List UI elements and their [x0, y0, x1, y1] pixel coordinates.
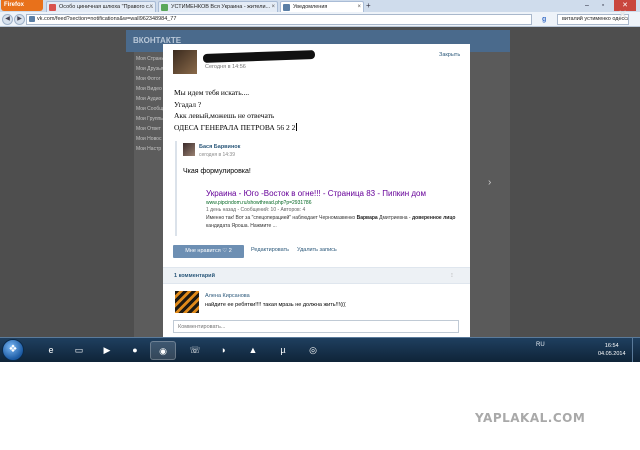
vk-right-column	[470, 52, 510, 337]
link-meta: 1 день назад - Сообщений: 10 - Авторов: …	[206, 207, 306, 213]
overlay-close-icon[interactable]: ✕	[618, 8, 627, 21]
back-arrow-icon[interactable]: ◀	[2, 14, 13, 25]
repost-time: сегодня в 14:39	[199, 152, 235, 158]
comments-bar: 1 комментарий ⁝	[163, 267, 470, 284]
torrent-icon[interactable]: µ	[270, 341, 296, 360]
clock-time: 16:54	[604, 343, 619, 349]
link-snippet: Именно так! Вот за "спецоперацией" наблю…	[206, 215, 456, 229]
menu-item[interactable]: Мои Фотог	[136, 74, 164, 84]
tab-title: Уведомления	[293, 4, 328, 10]
scribbled-author-name	[202, 50, 316, 63]
viber-icon[interactable]: ☏	[182, 341, 208, 360]
post-line: ОДЕСА ГЕНЕРАЛА ПЕТРОВА 56 2 2	[174, 122, 296, 132]
watermark: YAPLAKAL.COM	[475, 411, 586, 425]
comments-toggle-icon[interactable]: ⁝	[451, 272, 453, 279]
minimize-icon[interactable]: –	[580, 0, 594, 11]
windows-taskbar: ❖ e ▭ ▶ ● ◉ ☏ ◑ ▲ µ ◎ RU 16:54 04.05.201…	[0, 337, 640, 362]
vk-left-menu: Моя Страни Мои Друзья Мои Фотог Мои Виде…	[136, 54, 164, 154]
menu-item[interactable]: Моя Страни	[136, 54, 164, 64]
post-line: Мы идем тебя искать....	[174, 88, 250, 97]
comment-input[interactable]	[173, 320, 459, 333]
new-tab-icon[interactable]: +	[366, 1, 376, 11]
start-button[interactable]: ❖	[2, 339, 24, 361]
menu-item[interactable]: Мои Настр	[136, 144, 164, 154]
post-actions: Мне нравится ♡ 2 Редактировать Удалить з…	[173, 245, 461, 259]
folder-icon[interactable]: ▭	[66, 341, 92, 360]
tray-language[interactable]: RU	[536, 342, 545, 348]
post-time: Сегодня в 14:56	[205, 64, 246, 70]
menu-item[interactable]: Мои Сообщ	[136, 104, 164, 114]
post-line: Угадал ?	[174, 99, 202, 109]
taskbar-clock[interactable]: 16:54 04.05.2014	[598, 342, 626, 358]
post-line: Акк левый,можешь не отвечать	[174, 111, 275, 120]
maximize-icon[interactable]: ▫	[596, 0, 610, 11]
pdf-icon[interactable]: ▲	[240, 341, 266, 360]
repost-text: Чкая формулировка!	[183, 168, 251, 175]
tab-favicon-icon	[283, 4, 290, 11]
text-cursor	[296, 122, 298, 131]
menu-item[interactable]: Мои Аудио	[136, 94, 164, 104]
tab-favicon-icon	[49, 4, 56, 11]
google-icon[interactable]: g	[542, 14, 554, 25]
firefox-taskbar-icon[interactable]: ◉	[150, 341, 176, 360]
media-player-icon[interactable]: ▶	[94, 341, 120, 360]
browser-nav-bar: ◀ ▶ vk.com/feed?section=notifications&w=…	[0, 12, 640, 27]
menu-item[interactable]: Мои Друзья	[136, 64, 164, 74]
app-icon[interactable]: ●	[122, 341, 148, 360]
url-bar[interactable]: vk.com/feed?section=notifications&w=wall…	[26, 14, 532, 25]
tab-close-icon[interactable]: ×	[149, 2, 153, 12]
commenter-avatar[interactable]	[175, 291, 199, 313]
link-url: www.pipcindom.ru/showthread.php?p=293178…	[206, 200, 312, 206]
repost-block: Бася Барвинок сегодня в 14:39 Чкая форму…	[175, 141, 463, 236]
author-avatar[interactable]	[173, 50, 197, 74]
menu-item[interactable]: Мои Группы	[136, 114, 164, 124]
comments-count[interactable]: 1 комментарий	[174, 273, 215, 279]
menu-item[interactable]: Мои Видео	[136, 84, 164, 94]
edit-link[interactable]: Редактировать	[251, 247, 289, 253]
tab-title: УСТИМЕНКОВ Вся Украина - жители...	[171, 4, 271, 10]
firefox-menu-button[interactable]: Firefox	[1, 0, 43, 11]
notification-panel: Сегодня в 14:56 Закрыть Мы идем тебя иск…	[163, 44, 470, 337]
menu-item[interactable]: Мои Новос	[136, 134, 164, 144]
tab-3-active[interactable]: Уведомления ×	[280, 1, 364, 12]
tab-favicon-icon	[161, 4, 168, 11]
url-text: vk.com/feed?section=notifications&w=wall…	[37, 16, 177, 22]
forward-arrow-icon[interactable]: ▶	[14, 14, 25, 25]
like-button[interactable]: Мне нравится ♡ 2	[173, 245, 244, 258]
chat-icon[interactable]: ◑	[210, 341, 236, 360]
ie-icon[interactable]: e	[38, 341, 64, 360]
comment-text: найдите ее ребятки!!!! такая мразь не до…	[205, 302, 346, 308]
tab-2[interactable]: УСТИМЕНКОВ Вся Украина - жители... ×	[158, 1, 278, 12]
tab-1[interactable]: Особо циничная шлюха "Правого с... ×	[46, 1, 156, 12]
tab-close-icon[interactable]: ×	[271, 2, 275, 12]
tab-close-icon[interactable]: ×	[357, 2, 361, 12]
screen: Firefox Особо циничная шлюха "Правого с.…	[0, 0, 640, 362]
clock-date: 04.05.2014	[598, 351, 626, 357]
repost-author[interactable]: Бася Барвинок	[199, 144, 240, 150]
post-text: Мы идем тебя искать.... Угадал ? Акк лев…	[174, 87, 464, 133]
menu-item[interactable]: Мои Ответ	[136, 124, 164, 134]
next-arrow-icon[interactable]: ›	[488, 177, 491, 188]
tab-title: Особо циничная шлюха "Правого с...	[59, 4, 154, 10]
close-link[interactable]: Закрыть	[439, 52, 460, 58]
link-title[interactable]: Украина - Юго -Восток в огне!!! - Страни…	[206, 188, 464, 199]
show-desktop-button[interactable]	[632, 338, 640, 362]
repost-avatar[interactable]	[183, 143, 195, 156]
browser-tab-bar: Firefox Особо циничная шлюха "Правого с.…	[0, 0, 640, 12]
search-result-screenshot: Украина - Юго -Восток в огне!!! - Страни…	[206, 188, 464, 230]
commenter-name[interactable]: Алена Кирсанова	[205, 293, 250, 299]
site-favicon-icon	[29, 16, 35, 22]
delete-link[interactable]: Удалить запись	[297, 247, 337, 253]
disk-icon[interactable]: ◎	[300, 341, 326, 360]
